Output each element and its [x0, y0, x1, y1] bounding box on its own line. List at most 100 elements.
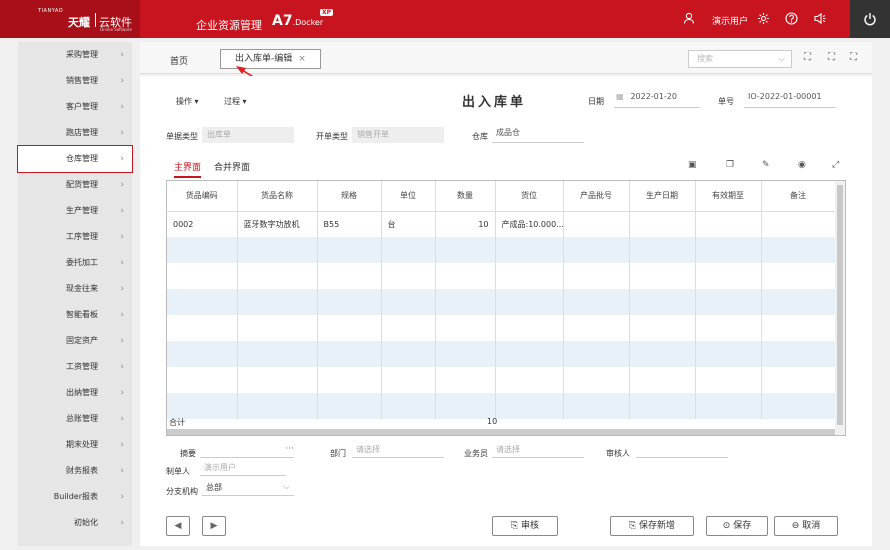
table-cell[interactable]	[629, 341, 696, 367]
sidebar-item[interactable]: 工资管理 ›	[18, 354, 132, 380]
table-cell[interactable]: 台	[381, 211, 436, 237]
sidebar-item[interactable]: 总账管理 ›	[18, 406, 132, 432]
table-row[interactable]	[167, 237, 836, 263]
table-cell[interactable]	[761, 263, 836, 289]
column-header[interactable]: 产品批号	[563, 181, 630, 212]
table-cell[interactable]	[317, 289, 382, 315]
close-icon[interactable]: ×	[298, 54, 306, 64]
table-cell[interactable]	[695, 211, 762, 237]
column-header[interactable]: 货位	[495, 181, 564, 212]
help-icon[interactable]	[784, 11, 798, 25]
table-cell[interactable]	[495, 341, 564, 367]
column-header[interactable]: 货品编码	[167, 181, 238, 212]
table-cell[interactable]	[167, 289, 238, 315]
table-cell[interactable]	[629, 315, 696, 341]
table-cell[interactable]	[495, 289, 564, 315]
sidebar-item[interactable]: 跑店管理 ›	[18, 120, 132, 146]
table-cell[interactable]	[695, 315, 762, 341]
audit-button[interactable]: ⎘ 审核	[492, 516, 558, 536]
table-cell[interactable]	[761, 211, 836, 237]
table-cell[interactable]	[237, 315, 318, 341]
table-row[interactable]	[167, 289, 836, 315]
attachment-icon[interactable]: ✎	[762, 160, 770, 170]
shrink-icon[interactable]: ⛶	[828, 52, 835, 63]
fit-screen-icon[interactable]: ⛶	[804, 52, 811, 63]
table-cell[interactable]	[167, 315, 238, 341]
table-cell[interactable]	[695, 237, 762, 263]
column-header[interactable]: 货品名称	[237, 181, 318, 212]
table-row[interactable]	[167, 341, 836, 367]
column-header[interactable]: 生产日期	[629, 181, 696, 212]
cancel-button[interactable]: ⊖ 取消	[774, 516, 838, 536]
sidebar-item[interactable]: 出纳管理 ›	[18, 380, 132, 406]
table-cell[interactable]	[435, 289, 496, 315]
summary-field[interactable]: ···	[200, 444, 294, 458]
next-button[interactable]: ▶	[202, 516, 226, 536]
salesman-field[interactable]: 请选择	[492, 444, 584, 458]
sidebar-item[interactable]: Builder报表 ›	[18, 484, 132, 510]
table-cell[interactable]	[435, 367, 496, 393]
settings-icon[interactable]	[756, 11, 770, 25]
tab-home[interactable]: 首页	[170, 54, 188, 67]
more-icon[interactable]: ···	[285, 444, 294, 454]
column-settings-icon[interactable]: ▣	[688, 160, 697, 170]
table-cell[interactable]	[695, 263, 762, 289]
table-cell[interactable]	[381, 263, 436, 289]
sidebar-item[interactable]: 固定资产 ›	[18, 328, 132, 354]
date-field[interactable]: ▦ 2022-01-20	[614, 92, 700, 108]
horizontal-scrollbar[interactable]	[167, 429, 835, 435]
table-cell[interactable]	[381, 367, 436, 393]
sidebar-item[interactable]: 智能看板 ›	[18, 302, 132, 328]
table-cell[interactable]	[317, 367, 382, 393]
table-cell[interactable]	[381, 315, 436, 341]
warehouse-field[interactable]: 成品仓	[492, 127, 584, 143]
table-cell[interactable]	[629, 211, 696, 237]
table-row[interactable]	[167, 263, 836, 289]
table-cell[interactable]	[563, 341, 630, 367]
reviewer-field[interactable]	[636, 444, 728, 458]
table-cell[interactable]	[167, 341, 238, 367]
table-cell[interactable]	[237, 341, 318, 367]
operate-menu[interactable]: 操作 ▾	[176, 96, 199, 107]
sidebar-item[interactable]: 销售管理 ›	[18, 68, 132, 94]
doc-no-field[interactable]: IO-2022-01-00001	[744, 92, 836, 108]
copy-icon[interactable]: ❐	[726, 160, 734, 170]
scrollbar-thumb[interactable]	[837, 185, 843, 425]
table-cell[interactable]	[381, 341, 436, 367]
prev-button[interactable]: ◀	[166, 516, 190, 536]
table-cell[interactable]	[381, 237, 436, 263]
table-cell[interactable]	[495, 315, 564, 341]
table-cell[interactable]	[563, 211, 630, 237]
column-header[interactable]: 数量	[435, 181, 496, 212]
table-cell[interactable]	[695, 341, 762, 367]
sidebar-item[interactable]: 财务报表 ›	[18, 458, 132, 484]
table-cell[interactable]: B55	[317, 211, 382, 237]
table-cell[interactable]	[695, 289, 762, 315]
table-cell[interactable]	[237, 263, 318, 289]
table-cell[interactable]: 蓝牙数字功放机	[237, 211, 318, 237]
table-cell[interactable]	[317, 341, 382, 367]
globe-icon[interactable]: ◉	[798, 160, 806, 170]
doc-type-field[interactable]: 出库单	[202, 127, 294, 143]
user-icon[interactable]	[682, 11, 696, 25]
table-cell[interactable]	[435, 315, 496, 341]
column-header[interactable]: 单位	[381, 181, 436, 212]
table-row[interactable]: 0002 蓝牙数字功放机 B55 台 10 产成品:10.000...	[167, 211, 836, 237]
column-header[interactable]: 备注	[761, 181, 836, 212]
sidebar-item[interactable]: 生产管理 ›	[18, 198, 132, 224]
user-name[interactable]: 演示用户	[712, 14, 748, 27]
table-cell[interactable]	[495, 367, 564, 393]
table-cell[interactable]	[495, 263, 564, 289]
tab-main[interactable]: 主界面	[174, 160, 202, 178]
table-cell[interactable]	[563, 237, 630, 263]
table-cell[interactable]	[563, 263, 630, 289]
table-cell[interactable]: 10	[435, 211, 496, 237]
vertical-scrollbar[interactable]	[835, 181, 845, 435]
process-menu[interactable]: 过程 ▾	[224, 96, 247, 107]
table-cell[interactable]	[435, 341, 496, 367]
tab-merge[interactable]: 合并界面	[214, 160, 250, 173]
table-cell[interactable]	[317, 237, 382, 263]
save-new-button[interactable]: ⎘ 保存新增	[610, 516, 694, 536]
table-cell[interactable]	[629, 289, 696, 315]
table-cell[interactable]	[167, 237, 238, 263]
